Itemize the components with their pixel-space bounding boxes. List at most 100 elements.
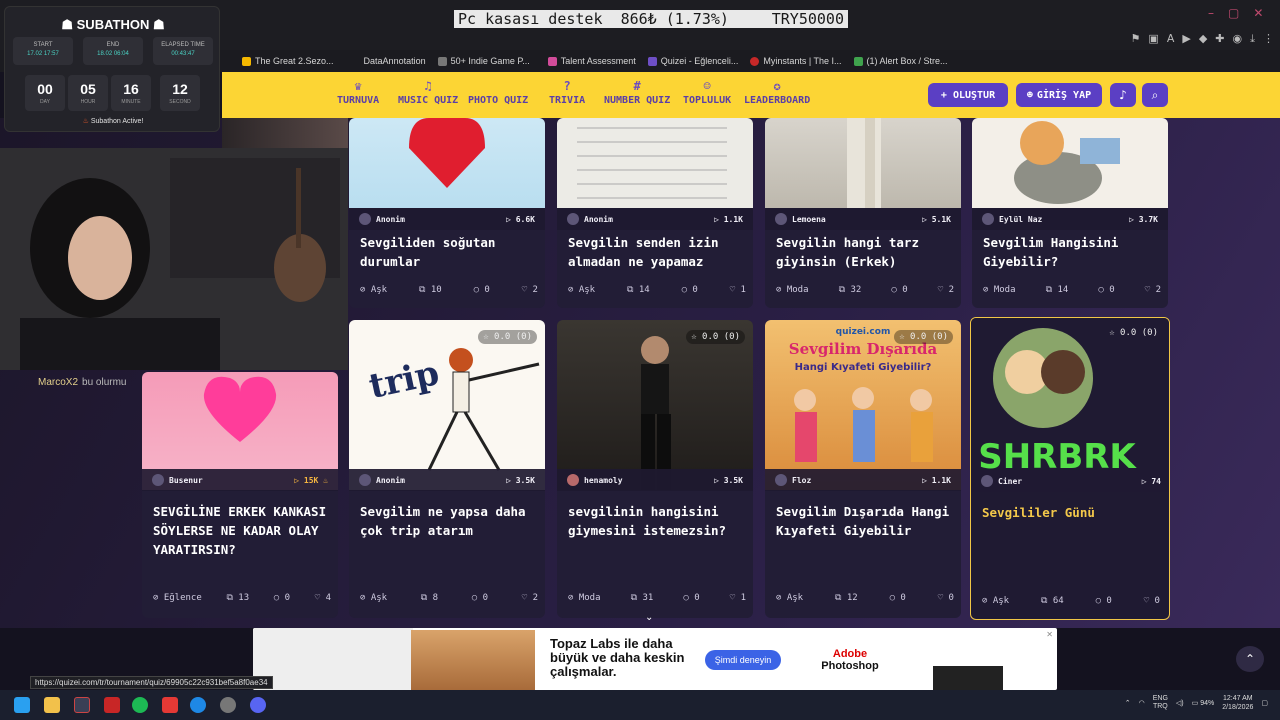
quiz-title[interactable]: Sevgilim ne yapsa daha çok trip atarım — [360, 502, 538, 540]
category[interactable]: Aşk — [371, 593, 387, 603]
question-count: 12 — [846, 593, 858, 603]
author-name[interactable]: Floz — [792, 476, 811, 485]
nav-photo-quiz[interactable]: PHOTO QUIZ — [468, 79, 528, 106]
wifi-icon[interactable]: ◠ — [1139, 699, 1145, 707]
app-icon[interactable] — [104, 697, 120, 713]
edge-icon[interactable] — [190, 697, 206, 713]
category[interactable]: Moda — [994, 285, 1016, 295]
heart-icon[interactable]: ♡ — [730, 285, 741, 295]
heart-icon[interactable]: ♡ — [522, 593, 533, 603]
search-icon[interactable]: ⌕ — [1142, 83, 1168, 107]
bookmark-item[interactable]: DataAnnotation — [364, 56, 426, 66]
notification-icon[interactable]: ▢ — [1261, 699, 1268, 707]
spotify-icon[interactable] — [132, 697, 148, 713]
quiz-title[interactable]: SEVGİLİNE ERKEK KANKASI SÖYLERSE NE KADA… — [153, 502, 331, 559]
discord-icon[interactable] — [250, 697, 266, 713]
nav-trivia[interactable]: ? TRIVIA — [549, 79, 585, 106]
bookmark-item[interactable]: The Great 2.Sezo... — [242, 56, 334, 66]
category[interactable]: Moda — [787, 285, 809, 295]
like-count: 0 — [1154, 596, 1160, 606]
author-name[interactable]: henamoly — [584, 476, 623, 485]
category[interactable]: Aşk — [993, 596, 1009, 606]
heart-icon[interactable]: ♡ — [938, 285, 949, 295]
file-explorer-icon[interactable] — [44, 697, 60, 713]
quiz-title[interactable]: Sevgililer Günü — [982, 503, 1160, 522]
quiz-title[interactable]: Sevgilin hangi tarz giyinsin (Erkek) — [776, 233, 954, 271]
tray-up-icon[interactable]: ⌃ — [1125, 699, 1131, 707]
questions-icon: ⧉ — [626, 285, 639, 295]
bookmark-item[interactable]: 50+ Indie Game P... — [437, 56, 530, 66]
heart-icon[interactable]: ♡ — [938, 593, 949, 603]
quiz-card-hovered[interactable]: SHRBRK ☆ 0.0 (0) Ciner ▷ 74 Sevgililer G… — [970, 317, 1170, 620]
quiz-title[interactable]: Sevgiliden soğutan durumlar — [360, 233, 538, 271]
nav-leaderboard[interactable]: ✪ LEADERBOARD — [744, 79, 810, 106]
category[interactable]: Aşk — [371, 285, 387, 295]
quiz-title[interactable]: Sevgilin senden izin almadan ne yapamaz — [568, 233, 746, 271]
windows-start-icon[interactable] — [14, 697, 30, 713]
heart-icon[interactable]: ♡ — [315, 593, 326, 603]
heart-icon[interactable]: ♡ — [1144, 596, 1155, 606]
scroll-to-top-button[interactable]: ⌃ — [1236, 646, 1264, 672]
quiz-card[interactable]: Lemoena ▷ 5.1K Sevgilin hangi tarz giyin… — [765, 118, 961, 308]
profile-icon[interactable]: ◉ — [1233, 32, 1243, 46]
quiz-card[interactable]: ☆ 0.0 (0) henamoly ▷ 3.5K sevgilinin han… — [557, 320, 753, 618]
quiz-title[interactable]: Sevgilim Dışarıda Hangi Kıyafeti Giyebil… — [776, 502, 954, 540]
play-icon[interactable]: ▶ — [1182, 32, 1190, 46]
maximize-icon[interactable]: ▢ — [1228, 6, 1239, 20]
extension-icon[interactable]: ◆ — [1199, 32, 1207, 46]
nav-topluluk[interactable]: ☺ TOPLULUK — [683, 79, 731, 106]
ad-close-icon[interactable]: ✕ — [1046, 630, 1053, 639]
obs-icon[interactable] — [220, 697, 236, 713]
youtube-icon[interactable] — [162, 697, 178, 713]
battery-icon[interactable]: ▭ 94% — [1192, 699, 1215, 707]
quiz-card[interactable]: Busenur ▷ 15K ♨ SEVGİLİNE ERKEK KANKASI … — [142, 372, 338, 618]
nav-number-quiz[interactable]: # NUMBER QUIZ — [604, 79, 670, 106]
clock[interactable]: 12:47 AM 2/18/2026 — [1222, 694, 1253, 712]
ad-banner[interactable]: Topaz Labs ile daha büyük ve daha keskin… — [253, 628, 1057, 690]
screenshot-icon[interactable]: ▣ — [1148, 32, 1158, 46]
minimize-icon[interactable]: – — [1208, 6, 1214, 20]
category[interactable]: Aşk — [787, 593, 803, 603]
heart-icon[interactable]: ♡ — [1145, 285, 1156, 295]
quiz-card[interactable]: Anonim ▷ 1.1K Sevgilin senden izin almad… — [557, 118, 753, 308]
menu-icon[interactable]: ⋮ — [1263, 32, 1274, 46]
heart-icon[interactable]: ♡ — [730, 593, 741, 603]
category[interactable]: Moda — [579, 593, 601, 603]
login-button[interactable]: ☻ GİRİŞ YAP — [1016, 83, 1102, 107]
author-name[interactable]: Ciner — [998, 477, 1022, 486]
notification-bell-icon[interactable]: ♪ — [1110, 83, 1136, 107]
author-name[interactable]: Anonim — [584, 215, 613, 224]
category[interactable]: Eğlence — [164, 593, 202, 603]
translate-icon[interactable]: A — [1167, 32, 1175, 46]
ad-cta-button[interactable]: Şimdi deneyin — [705, 650, 781, 670]
category[interactable]: Aşk — [579, 285, 595, 295]
quiz-title[interactable]: sevgilinin hangisini giymesini istemezsi… — [568, 502, 746, 540]
bookmark-item[interactable]: Quizei - Eğlenceli... — [647, 56, 738, 66]
chevron-down-icon[interactable]: ⌄ — [645, 612, 653, 623]
author-name[interactable]: Eylül Naz — [999, 215, 1042, 224]
close-icon[interactable]: ✕ — [1253, 6, 1263, 20]
quiz-card[interactable]: Eylül Naz ▷ 3.7K Sevgilim Hangisini Giye… — [972, 118, 1168, 308]
quiz-card[interactable]: quizei.com Sevgilim Dışarıda Hangi Kıyaf… — [765, 320, 961, 618]
quiz-card[interactable]: trip ☆ 0.0 (0) Anonim ▷ 3.5K Sevgilim ne… — [349, 320, 545, 618]
author-name[interactable]: Lemoena — [792, 215, 826, 224]
quiz-card[interactable]: Anonim ▷ 6.6K Sevgiliden soğutan durumla… — [349, 118, 545, 308]
download-icon[interactable]: ⤓ — [1250, 32, 1255, 46]
language-indicator[interactable]: ENG TRQ — [1153, 695, 1168, 711]
quiz-meta: Lemoena ▷ 5.1K — [765, 208, 961, 230]
volume-icon[interactable]: ◁) — [1176, 699, 1184, 707]
bookmark-item[interactable]: Talent Assessment — [547, 56, 636, 66]
author-name[interactable]: Anonim — [376, 215, 405, 224]
heart-icon[interactable]: ♡ — [522, 285, 533, 295]
quiz-title[interactable]: Sevgilim Hangisini Giyebilir? — [983, 233, 1161, 271]
bookmark-item[interactable]: Myinstants | The I... — [750, 56, 842, 66]
nav-turnuva[interactable]: ♛ TURNUVA — [337, 79, 379, 106]
author-name[interactable]: Anonim — [376, 476, 405, 485]
create-button[interactable]: + OLUŞTUR — [928, 83, 1008, 107]
nav-music-quiz[interactable]: ♫ MUSIC QUIZ — [398, 79, 458, 106]
puzzle-icon[interactable]: ✚ — [1215, 32, 1224, 46]
bookmark-icon[interactable]: ⚑ — [1131, 32, 1141, 46]
bookmark-item[interactable]: (1) Alert Box / Stre... — [853, 56, 948, 66]
author-name[interactable]: Busenur — [169, 476, 203, 485]
browser-icon[interactable] — [74, 697, 90, 713]
